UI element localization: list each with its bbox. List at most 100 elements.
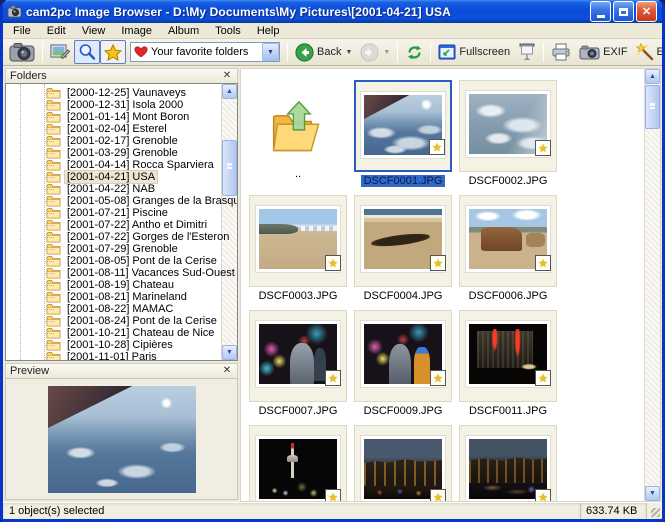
- camera-icon: [9, 42, 35, 62]
- app-icon: [7, 4, 22, 19]
- parent-folder-item[interactable]: ..: [249, 80, 347, 187]
- viewer-button[interactable]: [46, 40, 74, 64]
- folder-icon: [46, 195, 61, 207]
- printer-icon: [551, 43, 571, 61]
- forward-button[interactable]: ▼: [356, 40, 394, 64]
- refresh-button[interactable]: [401, 40, 427, 64]
- favorites-mode-button[interactable]: [100, 40, 126, 64]
- menu-item[interactable]: Help: [249, 24, 288, 38]
- thumbnail-scrollbar[interactable]: ▲ ▼: [644, 69, 660, 501]
- menu-item[interactable]: View: [74, 24, 114, 38]
- thumbnail-filename[interactable]: DSCF0006.JPG: [466, 290, 551, 302]
- thumbnail-cell[interactable]: ★: [354, 80, 452, 172]
- folder-icon: [46, 171, 61, 183]
- menu-item[interactable]: Edit: [39, 24, 74, 38]
- preview-image: [48, 386, 196, 493]
- back-button[interactable]: Back ▼: [291, 40, 356, 64]
- fullscreen-button[interactable]: Fullscreen: [434, 40, 514, 64]
- thumbnail-item[interactable]: ★ DSCF0004.JPG: [354, 195, 452, 302]
- thumbnail-area: .. ★ DSCF0001.JPG: [240, 68, 661, 502]
- folder-icon: [46, 111, 61, 123]
- menu-item[interactable]: Image: [113, 24, 160, 38]
- exif-label: EXIF: [603, 46, 627, 58]
- print-button[interactable]: [547, 40, 575, 64]
- thumbnail-cell[interactable]: ★: [459, 80, 557, 172]
- thumbnail-cell[interactable]: ★: [249, 310, 347, 402]
- scroll-thumb[interactable]: [645, 85, 660, 129]
- thumbnail-cell[interactable]: ★: [249, 195, 347, 287]
- star-badge-icon: ★: [430, 370, 446, 386]
- thumbnail-cell[interactable]: ★: [354, 195, 452, 287]
- thumbnail-item[interactable]: ★: [249, 425, 347, 502]
- combo-dropdown-button[interactable]: ▼: [262, 43, 279, 61]
- folder-icon: [46, 351, 61, 361]
- thumbnail-filename[interactable]: DSCF0003.JPG: [256, 290, 341, 302]
- thumbnail-item[interactable]: ★ DSCF0009.JPG: [354, 310, 452, 417]
- folder-up-icon: [268, 97, 328, 159]
- fullscreen-icon: [438, 44, 456, 60]
- menu-item[interactable]: File: [5, 24, 39, 38]
- thumbnail-item[interactable]: ★ DSCF0007.JPG: [249, 310, 347, 417]
- thumbnail-filename[interactable]: DSCF0007.JPG: [256, 405, 341, 417]
- exif-button[interactable]: EXIF: [575, 40, 631, 64]
- thumbnail-filename[interactable]: DSCF0011.JPG: [466, 405, 550, 417]
- browser-mode-button[interactable]: [74, 40, 100, 64]
- scroll-down-button[interactable]: ▼: [645, 486, 660, 501]
- camera-download-button[interactable]: [5, 40, 39, 64]
- title-bar[interactable]: cam2pc Image Browser - D:\My Documents\M…: [3, 0, 662, 23]
- toolbar-separator: [397, 42, 398, 62]
- folder-tree-item[interactable]: [2001-11-01] Paris: [6, 351, 237, 361]
- thumbnail-item[interactable]: ★ DSCF0002.JPG: [459, 80, 557, 187]
- scroll-up-button[interactable]: ▲: [645, 69, 660, 84]
- thumbnail-cell[interactable]: ★: [354, 425, 452, 502]
- resize-grip[interactable]: [647, 503, 662, 519]
- maximize-button[interactable]: [613, 1, 634, 22]
- folder-icon: [46, 159, 61, 171]
- thumbnail-cell[interactable]: ★: [459, 310, 557, 402]
- preview-body: [5, 378, 238, 500]
- thumbnail-filename[interactable]: DSCF0009.JPG: [361, 405, 446, 417]
- folder-icon: [46, 267, 61, 279]
- thumbnail-cell[interactable]: ★: [459, 425, 557, 502]
- star-icon: [104, 44, 122, 61]
- favorite-folders-select[interactable]: Your favorite folders ▼: [130, 42, 280, 62]
- left-column: Folders ✕ ▲ ▼: [3, 66, 239, 502]
- menu-bar: File Edit View Image Album Tools Help: [3, 23, 662, 39]
- thumbnail-filename[interactable]: DSCF0001.JPG: [361, 175, 446, 187]
- slideshow-button[interactable]: [514, 40, 540, 64]
- back-history-dropdown[interactable]: ▼: [345, 49, 352, 56]
- magnifier-icon: [78, 43, 96, 61]
- enhance-button[interactable]: Enhance: [632, 40, 662, 64]
- thumbnail-grid: .. ★ DSCF0001.JPG: [249, 80, 557, 502]
- close-button[interactable]: ✕: [636, 1, 657, 22]
- minimize-button[interactable]: [590, 1, 611, 22]
- thumbnail-cell[interactable]: ★: [249, 425, 347, 502]
- parent-folder-label: ..: [295, 168, 301, 180]
- folder-icon: [46, 315, 61, 327]
- thumbnail-item[interactable]: ★ DSCF0011.JPG: [459, 310, 557, 417]
- back-label: Back: [317, 46, 341, 58]
- thumbnail-item[interactable]: ★ DSCF0003.JPG: [249, 195, 347, 302]
- menu-item[interactable]: Tools: [207, 24, 249, 38]
- thumbnail-item[interactable]: ★ DSCF0006.JPG: [459, 195, 557, 302]
- folder-icon: [46, 123, 61, 135]
- thumbnail-cell[interactable]: ★: [459, 195, 557, 287]
- menu-item[interactable]: Album: [160, 24, 207, 38]
- folder-icon: [46, 219, 61, 231]
- thumbnail-item[interactable]: ★: [459, 425, 557, 502]
- thumbnail-filename[interactable]: DSCF0002.JPG: [466, 175, 551, 187]
- folders-panel-close-icon[interactable]: ✕: [221, 71, 233, 81]
- star-badge-icon: ★: [430, 489, 446, 502]
- star-badge-icon: ★: [535, 140, 551, 156]
- thumbnail-item[interactable]: ★: [354, 425, 452, 502]
- status-bar: 1 object(s) selected 633.74 KB: [3, 502, 662, 519]
- refresh-icon: [406, 44, 423, 61]
- folder-icon: [46, 231, 61, 243]
- thumbnail-item[interactable]: ★ DSCF0001.JPG: [354, 80, 452, 187]
- preview-panel-close-icon[interactable]: ✕: [221, 366, 233, 376]
- toolbar-separator: [42, 42, 43, 62]
- preview-panel: Preview ✕: [5, 363, 238, 500]
- thumbnail-filename[interactable]: DSCF0004.JPG: [361, 290, 446, 302]
- thumbnail-cell[interactable]: ★: [354, 310, 452, 402]
- toolbar-separator: [287, 42, 288, 62]
